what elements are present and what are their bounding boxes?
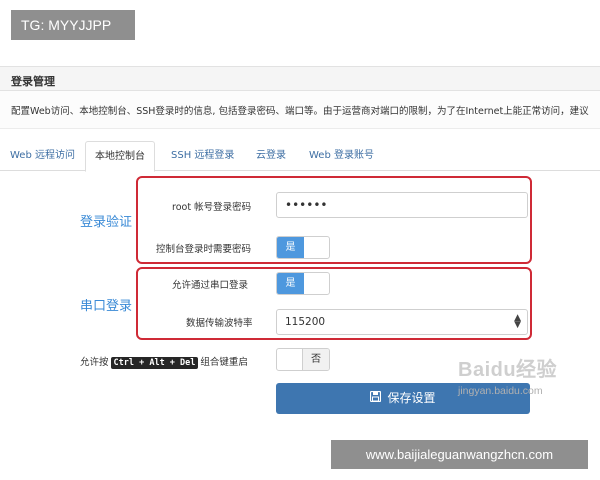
reboot-combo-toggle[interactable]: 否 [276,348,330,371]
toggle-on-label: 是 [277,273,304,294]
root-password-label: root 帐号登录密码 [172,202,252,213]
select-arrows-icon: ▲ ▼ [514,313,521,330]
allow-serial-toggle[interactable]: 是 [276,272,330,295]
root-password-input[interactable]: •••••• [276,192,528,218]
tab-web-account[interactable]: Web 登录账号 [300,141,383,171]
toggle-off-label: 否 [302,349,329,370]
console-password-toggle[interactable]: 是 [276,236,330,259]
baud-rate-value: 115200 [285,316,326,328]
key-combo-badge: Ctrl + Alt + Del [110,357,199,369]
tab-web-remote[interactable]: Web 远程访问 [1,141,84,171]
toggle-on-label: 是 [277,237,304,258]
tab-local-console[interactable]: 本地控制台 [85,141,155,172]
tab-cloud-login[interactable]: 云登录 [247,141,295,171]
panel-title: 登录管理 [11,75,55,88]
save-settings-label: 保存设置 [387,391,436,405]
panel-description: 配置Web访问、本地控制台、SSH登录时的信息, 包括登录密码、端口等。由于运营… [0,91,600,129]
panel-header: 登录管理 [0,66,600,91]
save-icon [370,383,382,414]
baud-rate-select[interactable]: 115200 ▲ ▼ [276,309,528,335]
reboot-label-suffix: 组合键重启 [200,357,248,368]
panel-description-text: 配置Web访问、本地控制台、SSH登录时的信息, 包括登录密码、端口等。由于运营… [11,106,589,117]
watermark-site: jingyan.baidu.com [458,385,543,397]
baud-rate-label: 数据传输波特率 [186,318,253,329]
serial-section-title: 串口登录 [80,299,133,314]
tab-bar: Web 远程访问 本地控制台 SSH 远程登录 云登录 Web 登录账号 [0,141,600,172]
baidu-logo-text: Baidu经验 [458,359,558,381]
allow-serial-label: 允许通过串口登录 [172,280,249,291]
tab-ssh-remote[interactable]: SSH 远程登录 [162,141,243,171]
reboot-combo-label: 允许按 Ctrl + Alt + Del 组合键重启 [80,354,248,369]
reboot-label-prefix: 允许按 [80,357,109,368]
console-password-label: 控制台登录时需要密码 [156,244,252,255]
auth-section-title: 登录验证 [80,215,133,230]
baidu-watermark: Baidu经验 jingyan.baidu.com [458,353,558,397]
tg-overlay-tag: TG: MYYJJPP [11,10,135,40]
url-overlay-banner: www.baijialeguanwangzhcn.com [331,440,588,469]
